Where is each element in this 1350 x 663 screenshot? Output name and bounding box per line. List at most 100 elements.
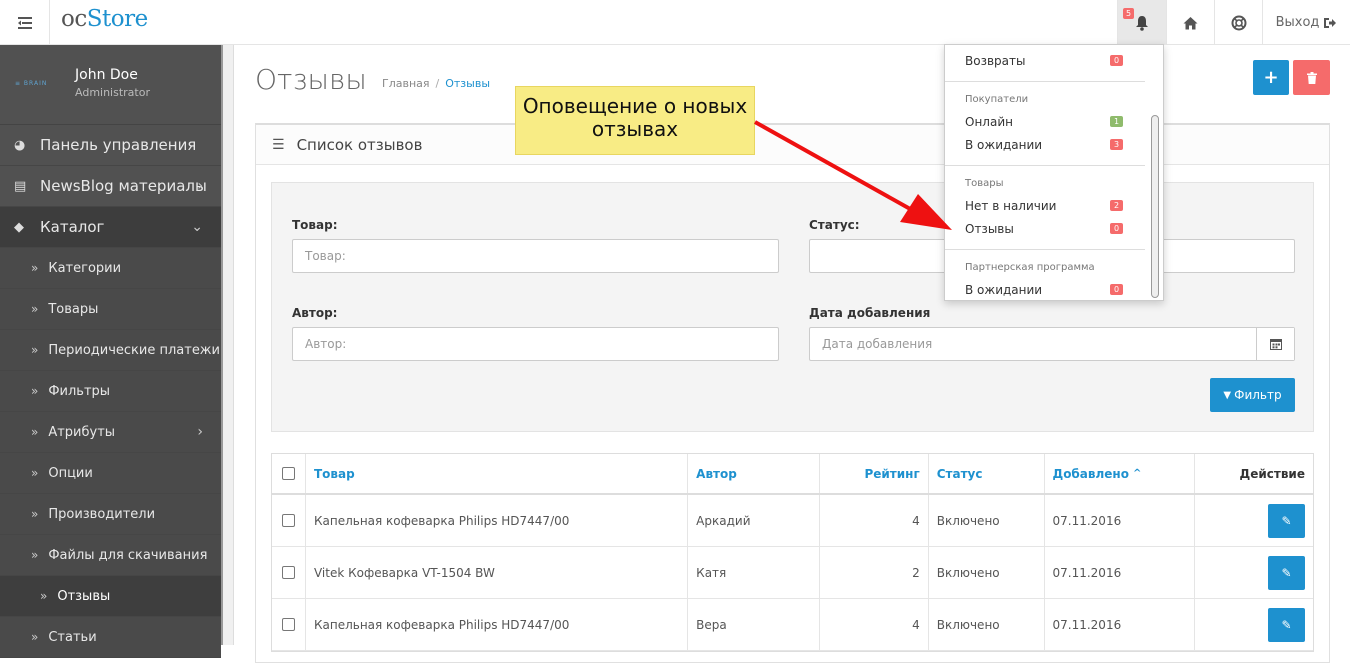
sidebar-item-filters[interactable]: » Фильтры — [0, 371, 221, 412]
cell-date: 07.11.2016 — [1045, 547, 1196, 598]
table-row: Капельная кофеварка Philips HD7447/00 Ар… — [272, 495, 1313, 547]
edit-button[interactable]: ✎ — [1267, 555, 1305, 590]
sidebar-item-articles[interactable]: » Статьи — [0, 617, 221, 658]
sidebar-item-label: Панель управления — [40, 136, 197, 154]
bell-icon — [1136, 15, 1148, 31]
notification-affiliate-pending[interactable]: В ожидании — [965, 283, 1042, 297]
sidebar-item-label: Опции — [48, 465, 93, 481]
notifications-count-badge: 5 — [1123, 8, 1135, 19]
affiliate-header: Партнерская программа — [965, 262, 1095, 273]
double-chevron-icon: » — [31, 548, 39, 562]
column-header-author[interactable]: Автор — [688, 454, 820, 493]
pencil-icon: ✎ — [1281, 513, 1292, 528]
page-title: Отзывы — [255, 63, 367, 96]
date-filter-placeholder: Дата добавления — [822, 337, 933, 351]
product-filter-input[interactable]: Товар: — [292, 239, 779, 273]
sidebar-item-label: Периодические платежи — [48, 342, 220, 358]
row-checkbox[interactable] — [281, 514, 295, 527]
column-header-date[interactable]: Добавлено ^ — [1045, 454, 1196, 493]
user-role: Administrator — [75, 86, 150, 99]
sidebar-item-catalog[interactable]: ◆ Каталог ⌄ — [0, 207, 221, 248]
online-count-badge: 1 — [1110, 116, 1124, 127]
logo-main: Store — [86, 6, 148, 32]
sidebar-item-label: Атрибуты — [48, 424, 116, 440]
notification-returns[interactable]: Возвраты — [965, 54, 1025, 68]
double-chevron-icon: » — [40, 589, 48, 603]
status-filter-label: Статус: — [809, 218, 860, 232]
column-header-product[interactable]: Товар — [306, 454, 689, 493]
breadcrumb-home[interactable]: Главная — [382, 77, 430, 90]
user-profile[interactable]: ≡ BRAIN John Doe Administrator — [0, 45, 221, 125]
panel-heading: ☰ Список отзывов — [256, 125, 1329, 165]
logout-button[interactable]: Выход — [1262, 0, 1350, 45]
select-all-checkbox[interactable] — [281, 467, 295, 480]
notifications-button[interactable] — [1117, 0, 1166, 45]
sidebar-item-label: Товары — [48, 301, 99, 317]
double-chevron-icon: » — [31, 425, 39, 439]
double-chevron-icon: » — [31, 630, 39, 644]
sidebar-item-categories[interactable]: » Категории — [0, 248, 221, 289]
calendar-button[interactable] — [1256, 328, 1294, 360]
sidebar-item-newsblog[interactable]: ▤ NewsBlog материалы › — [0, 166, 221, 207]
reviews-panel: ☰ Список отзывов Товар: Товар: Статус: А… — [255, 123, 1330, 663]
sidebar-divider — [221, 45, 234, 645]
sidebar-item-downloads[interactable]: » Файлы для скачивания — [0, 535, 221, 576]
column-header-status[interactable]: Статус — [929, 454, 1045, 493]
author-filter-input[interactable]: Автор: — [292, 327, 779, 361]
cell-product: Капельная кофеварка Philips HD7447/00 — [306, 495, 689, 546]
column-header-rating[interactable]: Рейтинг — [820, 454, 929, 493]
double-chevron-icon: » — [31, 384, 39, 398]
sidebar-item-dashboard[interactable]: ◕ Панель управления — [0, 125, 221, 166]
notification-out-of-stock[interactable]: Нет в наличии — [965, 199, 1056, 213]
sidebar-item-products[interactable]: » Товары — [0, 289, 221, 330]
sidebar-item-label: Производители — [48, 506, 156, 522]
brand-logo: ≡ BRAIN — [15, 80, 48, 87]
sidebar-item-options[interactable]: » Опции — [0, 453, 221, 494]
cell-rating: 2 — [820, 547, 929, 598]
filter-button-label: Фильтр — [1234, 388, 1282, 402]
table-header: Товар Автор Рейтинг Статус Добавлено ^ Де… — [272, 454, 1313, 495]
breadcrumb-current[interactable]: Отзывы — [445, 77, 490, 90]
column-header-action: Действие — [1239, 466, 1305, 481]
home-button[interactable] — [1166, 0, 1214, 45]
home-icon — [1183, 16, 1198, 29]
breadcrumb: Главная / Отзывы — [382, 77, 491, 90]
cell-status: Включено — [929, 547, 1045, 598]
store-logo[interactable]: ocStore — [61, 6, 148, 32]
sidebar-item-label: Категории — [48, 260, 122, 276]
sidebar-item-manufacturers[interactable]: » Производители — [0, 494, 221, 535]
pending-count-badge: 3 — [1110, 139, 1124, 150]
affiliate-pending-count-badge: 0 — [1110, 284, 1124, 295]
notification-online[interactable]: Онлайн — [965, 115, 1013, 129]
dashboard-icon: ◕ — [14, 137, 26, 153]
sidebar-item-recurring[interactable]: » Периодические платежи — [0, 330, 221, 371]
row-checkbox[interactable] — [281, 566, 295, 579]
filter-button[interactable]: ▼ Фильтр — [1210, 378, 1295, 412]
edit-button[interactable]: ✎ — [1267, 607, 1305, 642]
row-checkbox[interactable] — [281, 618, 295, 631]
support-button[interactable] — [1214, 0, 1262, 45]
sidebar-item-reviews[interactable]: » Отзывы — [0, 576, 221, 617]
delete-button[interactable] — [1293, 60, 1330, 95]
cell-rating: 4 — [820, 495, 929, 546]
logout-label: Выход — [1275, 15, 1320, 30]
edit-button[interactable]: ✎ — [1267, 503, 1305, 538]
dropdown-divider — [945, 81, 1145, 82]
notification-pending-customers[interactable]: В ожидании — [965, 138, 1042, 152]
dropdown-scrollbar[interactable] — [1151, 115, 1159, 298]
notification-reviews[interactable]: Отзывы — [965, 222, 1014, 236]
sidebar-item-attributes[interactable]: » Атрибуты › — [0, 412, 221, 453]
notifications-dropdown: Возвраты 0 Покупатели Онлайн 1 В ожидани… — [944, 44, 1164, 301]
cell-product: Vitek Кофеварка VT-1504 BW — [306, 547, 689, 598]
sort-asc-icon: ^ — [1132, 468, 1142, 479]
returns-count-badge: 0 — [1110, 55, 1124, 66]
lifebuoy-icon — [1231, 15, 1246, 30]
double-chevron-icon: » — [31, 507, 39, 521]
menu-toggle-button[interactable] — [0, 0, 50, 45]
add-review-button[interactable]: + — [1253, 60, 1289, 95]
trash-icon — [1306, 71, 1317, 84]
dropdown-divider — [945, 249, 1145, 250]
date-filter-input[interactable]: Дата добавления — [809, 327, 1295, 361]
cell-author: Катя — [688, 547, 820, 598]
double-chevron-icon: » — [31, 466, 39, 480]
